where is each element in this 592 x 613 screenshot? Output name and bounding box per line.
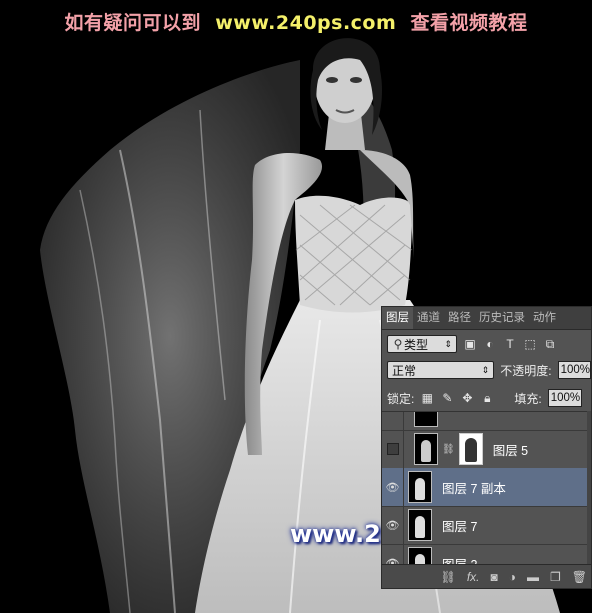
tab-channels[interactable]: 通道: [413, 307, 444, 329]
visibility-toggle[interactable]: 👁︎: [382, 468, 404, 506]
layer-name: 图层 7: [442, 519, 478, 534]
layer-row-selected[interactable]: 👁︎ 图层 7 副本: [382, 468, 591, 507]
fx-icon[interactable]: fx.: [467, 570, 480, 584]
mask-icon[interactable]: ◙: [491, 570, 498, 584]
layer-row[interactable]: 👁︎ 图层 2: [382, 544, 591, 566]
opacity-input[interactable]: 100%: [557, 361, 591, 379]
new-layer-icon[interactable]: ❐: [550, 570, 561, 584]
layer-name: 图层 7 副本: [442, 481, 506, 496]
blend-row: 正常 ⇕ 不透明度: 100%: [387, 359, 591, 381]
filter-kind-dropdown[interactable]: ⚲ 类型 ⇕: [387, 335, 457, 353]
link-icon[interactable]: ⛓: [441, 570, 456, 584]
filter-kind-value: 类型: [404, 337, 429, 352]
pixel-filter-icon[interactable]: ▣: [463, 337, 477, 351]
adjustment-filter-icon[interactable]: ◐: [483, 337, 497, 351]
trash-icon[interactable]: 🗑︎: [572, 570, 587, 584]
panel-bottom-bar: ⛓ fx. ◙ ◑ ▬ ❐ 🗑︎: [382, 564, 591, 588]
eye-icon: 👁︎: [385, 481, 400, 494]
tab-actions[interactable]: 动作: [529, 307, 560, 329]
layer-scrollbar[interactable]: [587, 411, 591, 565]
search-icon: ⚲: [393, 337, 403, 351]
fill-label: 填充:: [514, 391, 542, 406]
layer-row[interactable]: 👁︎ 图层 7: [382, 506, 591, 545]
banner-part1: 如有疑问可以到: [64, 12, 201, 34]
tab-history[interactable]: 历史记录: [475, 307, 529, 329]
banner-text: 如有疑问可以到 www.240ps.com 查看视频教程: [0, 8, 592, 35]
lock-transparent-icon[interactable]: ▦: [420, 391, 434, 405]
tab-paths[interactable]: 路径: [444, 307, 475, 329]
lock-label: 锁定:: [387, 391, 415, 406]
layer-name: 图层 5: [492, 443, 529, 458]
layer-row-partial[interactable]: [382, 412, 591, 431]
adjustment-icon[interactable]: ◑: [509, 570, 516, 584]
layer-thumbnail: [408, 471, 432, 503]
mask-thumbnail[interactable]: [458, 433, 483, 465]
folder-icon[interactable]: ▬: [527, 570, 539, 584]
filter-row: ⚲ 类型 ⇕ ▣ ◐ T ⬚ ⧉: [387, 332, 591, 356]
fill-input[interactable]: 100%: [547, 389, 582, 407]
panel-tabs: 图层 通道 路径 历史记录 动作: [382, 307, 591, 330]
opacity-label: 不透明度:: [500, 363, 552, 378]
banner-url: www.240ps.com: [215, 12, 397, 34]
layer-thumbnail: [408, 509, 432, 541]
visibility-off-icon: [386, 443, 399, 455]
link-icon: ⛓: [442, 443, 455, 455]
chevron-updown-icon: ⇕: [481, 364, 490, 375]
blend-mode-value: 正常: [392, 363, 417, 378]
blend-mode-dropdown[interactable]: 正常 ⇕: [387, 361, 495, 379]
layers-panel: 图层 通道 路径 历史记录 动作 ⚲ 类型 ⇕ ▣ ◐ T ⬚ ⧉ 正常 ⇕ 不…: [381, 306, 592, 589]
chevron-updown-icon: ⇕: [444, 338, 452, 349]
lock-position-icon[interactable]: ✥: [460, 391, 474, 405]
visibility-toggle[interactable]: [382, 412, 404, 430]
smart-object-filter-icon[interactable]: ⧉: [543, 337, 557, 351]
lock-row: 锁定: ▦ ✎ ✥ 🔒︎ 填充: 100%: [387, 387, 591, 409]
banner-part3: 查看视频教程: [410, 12, 528, 34]
layer-list: ⛓ 图层 5 👁︎ 图层 7 副本 👁︎ 图层 7 👁︎ 图层 2: [382, 411, 591, 566]
layer-row[interactable]: ⛓ 图层 5: [382, 430, 591, 469]
shape-filter-icon[interactable]: ⬚: [523, 337, 537, 351]
lock-all-icon[interactable]: 🔒︎: [480, 391, 494, 405]
lock-paint-icon[interactable]: ✎: [440, 391, 454, 405]
visibility-toggle[interactable]: 👁︎: [382, 506, 404, 544]
eye-icon: 👁︎: [385, 519, 400, 532]
visibility-toggle[interactable]: [382, 430, 404, 468]
layer-thumbnail: [414, 433, 438, 465]
type-filter-icon[interactable]: T: [503, 337, 517, 351]
visibility-toggle[interactable]: 👁︎: [382, 544, 404, 566]
tab-layers[interactable]: 图层: [382, 307, 413, 329]
layer-thumbnail: [414, 412, 438, 427]
